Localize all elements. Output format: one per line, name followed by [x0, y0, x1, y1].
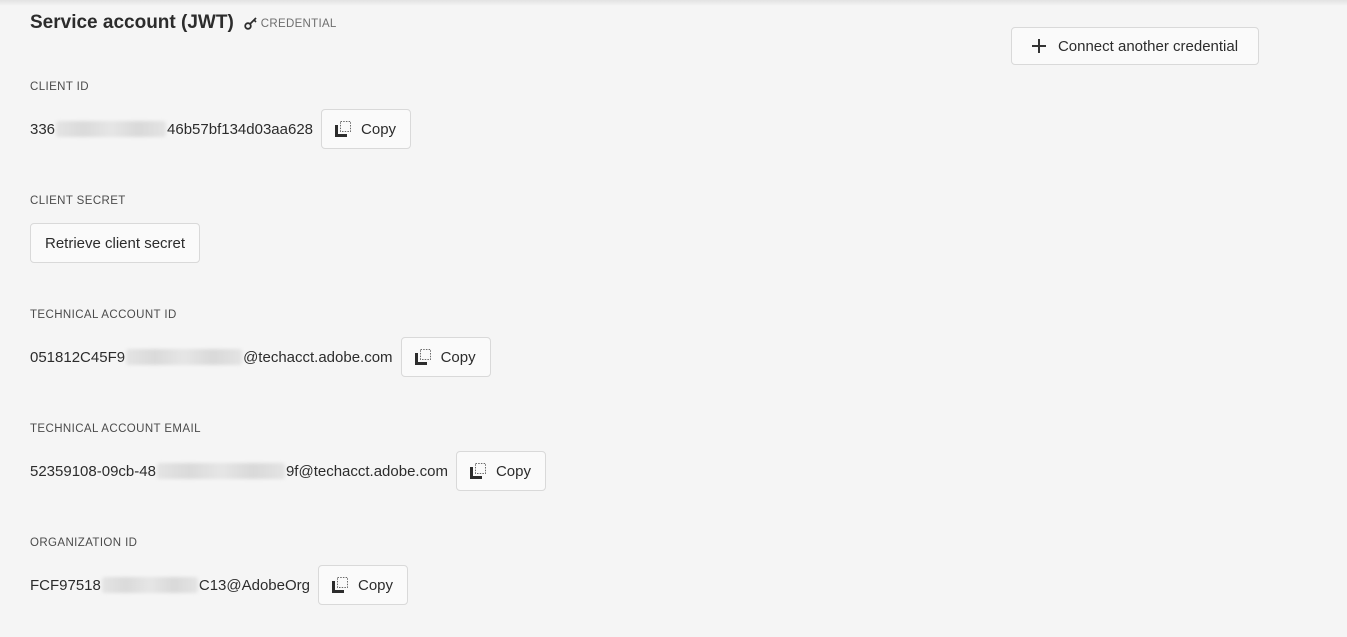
copy-icon — [414, 348, 432, 366]
technical-account-id-suffix: @techacct.adobe.com — [243, 348, 393, 366]
plus-icon — [1031, 39, 1046, 53]
organization-id-section: ORGANIZATION ID FCF97518 C13@AdobeOrg Cop… — [30, 536, 409, 605]
technical-account-id-row: 051812C45F9 @techacct.adobe.com Copy — [30, 337, 491, 377]
client-secret-section: CLIENT SECRET Retrieve client secret — [30, 194, 201, 263]
organization-id-suffix: C13@AdobeOrg — [198, 576, 310, 594]
key-icon — [244, 16, 258, 30]
copy-icon — [334, 120, 352, 138]
organization-id-value: FCF97518 C13@AdobeOrg — [30, 577, 310, 594]
organization-id-prefix: FCF97518 — [30, 576, 101, 594]
client-id-row: 336 46b57bf134d03aa628 Copy — [30, 109, 412, 149]
organization-id-label: ORGANIZATION ID — [30, 537, 138, 549]
copy-icon — [331, 576, 349, 594]
copy-button-label: Copy — [361, 120, 397, 138]
copy-button-label: Copy — [358, 576, 394, 594]
connect-another-credential-button[interactable]: Connect another credential — [1011, 27, 1259, 65]
technical-account-email-row: 52359108-09cb-48 9f@techacct.adobe.com Co… — [30, 451, 546, 491]
client-id-suffix: 46b57bf134d03aa628 — [167, 120, 314, 138]
copy-client-id-button[interactable]: Copy — [321, 109, 412, 149]
technical-account-email-section: TECHNICAL ACCOUNT EMAIL 52359108-09cb-48… — [30, 422, 546, 491]
copy-icon — [469, 462, 487, 480]
page-title: Service account (JWT) — [30, 12, 234, 33]
client-secret-label: CLIENT SECRET — [30, 195, 126, 207]
redacted-blur — [156, 463, 285, 479]
redacted-blur — [101, 577, 198, 593]
technical-account-id-label: TECHNICAL ACCOUNT ID — [30, 309, 177, 321]
organization-id-row: FCF97518 C13@AdobeOrg Copy — [30, 565, 409, 605]
copy-organization-id-button[interactable]: Copy — [318, 565, 409, 605]
retrieve-client-secret-button[interactable]: Retrieve client secret — [30, 223, 201, 263]
technical-account-id-section: TECHNICAL ACCOUNT ID 051812C45F9 @techacc… — [30, 308, 491, 377]
redacted-blur — [56, 121, 167, 137]
connect-button-label: Connect another credential — [1057, 37, 1239, 55]
technical-account-id-prefix: 051812C45F9 — [30, 348, 126, 366]
redacted-blur — [126, 349, 243, 365]
technical-account-email-prefix: 52359108-09cb-48 — [30, 462, 156, 480]
client-id-label: CLIENT ID — [30, 81, 89, 93]
credential-type-label: CREDENTIAL — [260, 18, 337, 30]
copy-button-label: Copy — [440, 348, 476, 366]
copy-technical-account-id-button[interactable]: Copy — [400, 337, 491, 377]
copy-technical-account-email-button[interactable]: Copy — [455, 451, 546, 491]
technical-account-email-value: 52359108-09cb-48 9f@techacct.adobe.com — [30, 463, 448, 480]
technical-account-email-label: TECHNICAL ACCOUNT EMAIL — [30, 423, 201, 435]
client-id-section: CLIENT ID 336 46b57bf134d03aa628 Copy — [30, 80, 412, 149]
technical-account-email-suffix: 9f@techacct.adobe.com — [285, 462, 448, 480]
client-id-value: 336 46b57bf134d03aa628 — [30, 121, 313, 138]
credential-header: Service account (JWT) CREDENTIAL — [30, 12, 337, 34]
top-shadow — [0, 0, 1347, 6]
copy-button-label: Copy — [495, 462, 531, 480]
technical-account-id-value: 051812C45F9 @techacct.adobe.com — [30, 349, 393, 366]
client-id-prefix: 336 — [30, 120, 56, 138]
